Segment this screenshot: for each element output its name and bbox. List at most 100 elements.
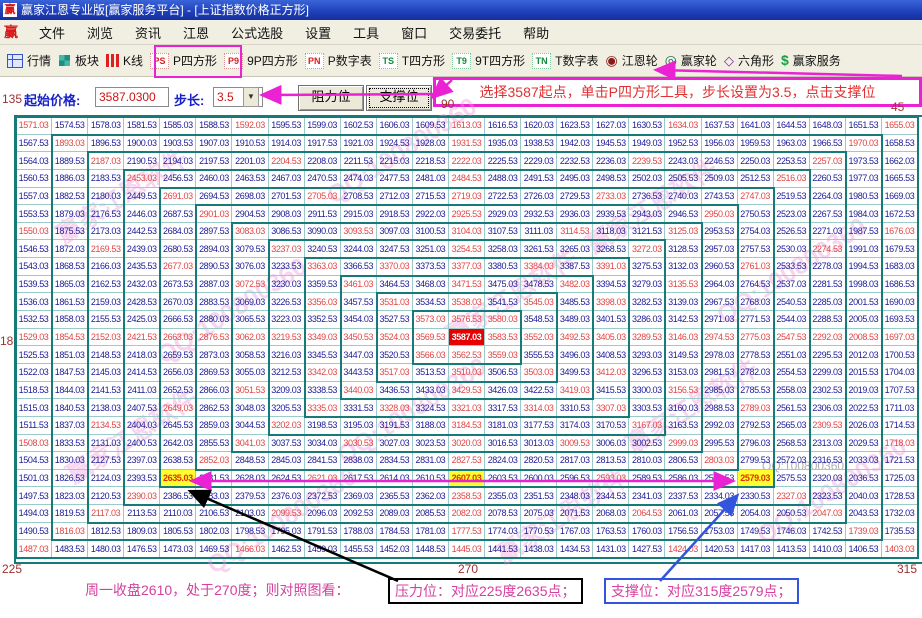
grid-cell[interactable]: 2306.03 [810,399,846,417]
grid-cell[interactable]: 2449.53 [124,188,160,206]
grid-cell[interactable]: 3002.53 [629,435,665,453]
grid-cell[interactable]: 2481.03 [413,170,449,188]
grid-cell[interactable]: 1875.53 [52,223,88,241]
grid-cell[interactable]: 1459.03 [305,540,341,558]
grid-cell[interactable]: 2677.03 [160,258,196,276]
grid-cell[interactable]: 3198.53 [305,417,341,435]
grid-cell[interactable]: 3489.03 [557,311,593,329]
grid-cell[interactable]: 1476.53 [124,540,160,558]
grid-cell[interactable]: 2726.03 [521,188,557,206]
grid-cell[interactable]: 3429.53 [449,382,485,400]
grid-cell[interactable]: 2894.03 [196,240,232,258]
grid-cell[interactable]: 1851.03 [52,346,88,364]
grid-cell[interactable]: 1508.03 [16,435,52,453]
grid-cell[interactable]: 1784.53 [377,523,413,541]
grid-cell[interactable]: 3160.03 [665,399,701,417]
grid-cell[interactable]: 1879.03 [52,205,88,223]
grid-cell[interactable]: 1819.53 [52,505,88,523]
grid-cell[interactable]: 1844.03 [52,382,88,400]
grid-cell[interactable]: 2971.03 [702,311,738,329]
grid-cell[interactable]: 3247.53 [377,240,413,258]
grid-cell[interactable]: 2400.53 [124,435,160,453]
grid-cell[interactable]: 1707.53 [882,382,918,400]
grid-cell[interactable]: 2992.03 [702,417,738,435]
grid-cell[interactable]: 1882.53 [52,188,88,206]
grid-cell[interactable]: 3107.53 [485,223,521,241]
grid-cell[interactable]: 3454.03 [341,311,377,329]
grid-cell[interactable]: 3352.53 [305,311,341,329]
menu-item-9[interactable]: 帮助 [512,23,560,42]
grid-cell[interactable]: 2792.53 [738,417,774,435]
grid-cell[interactable]: 3030.53 [341,435,377,453]
grid-cell[interactable]: 2670.03 [160,293,196,311]
grid-cell[interactable]: 3069.03 [232,293,268,311]
menu-item-5[interactable]: 设置 [294,23,342,42]
toolbar-item[interactable]: $赢家服务 [781,52,841,69]
grid-cell[interactable]: 3419.03 [557,382,593,400]
grid-cell[interactable]: 2155.53 [88,311,124,329]
grid-cell[interactable]: 1445.03 [449,540,485,558]
grid-cell[interactable]: 3485.53 [557,293,593,311]
grid-cell[interactable]: 1434.53 [557,540,593,558]
grid-cell[interactable]: 2145.03 [88,364,124,382]
grid-cell[interactable]: 2106.53 [196,505,232,523]
grid-cell[interactable]: 2607.03 [449,470,485,488]
grid-cell[interactable]: 1669.03 [882,188,918,206]
grid-cell[interactable]: 3006.03 [593,435,629,453]
grid-cell[interactable]: 3478.53 [521,276,557,294]
grid-cell[interactable]: 1984.03 [846,205,882,223]
grid-cell[interactable]: 2327.03 [774,487,810,505]
grid-cell[interactable]: 2229.03 [521,152,557,170]
grid-cell[interactable]: 1588.53 [196,117,232,135]
grid-cell[interactable]: 2267.53 [810,205,846,223]
grid-cell[interactable]: 2344.53 [593,487,629,505]
grid-cell[interactable]: 1525.53 [16,346,52,364]
grid-cell[interactable]: 2897.53 [196,223,232,241]
grid-cell[interactable]: 2141.53 [88,382,124,400]
grid-cell[interactable]: 1536.03 [16,293,52,311]
grid-cell[interactable]: 3009.53 [557,435,593,453]
grid-cell[interactable]: 3163.53 [665,417,701,435]
grid-cell[interactable]: 3139.03 [665,293,701,311]
grid-cell[interactable]: 2124.03 [88,470,124,488]
grid-cell[interactable]: 3541.53 [485,293,521,311]
grid-cell[interactable]: 3016.53 [485,435,521,453]
grid-cell[interactable]: 1637.53 [702,117,738,135]
grid-cell[interactable]: 1662.03 [882,152,918,170]
grid-cell[interactable]: 1672.53 [882,205,918,223]
grid-cell[interactable]: 1924.53 [377,135,413,153]
grid-cell[interactable]: 1889.53 [52,152,88,170]
grid-cell[interactable]: 3083.03 [232,223,268,241]
grid-cell[interactable]: 1865.03 [52,276,88,294]
resistance-button[interactable]: 阻力位 [298,85,364,111]
grid-cell[interactable]: 2820.53 [521,452,557,470]
grid-cell[interactable]: 2446.03 [124,205,160,223]
grid-cell[interactable]: 3079.53 [232,240,268,258]
grid-cell[interactable]: 1592.03 [232,117,268,135]
grid-cell[interactable]: 1581.53 [124,117,160,135]
grid-cell[interactable]: 3310.53 [557,399,593,417]
grid-cell[interactable]: 1557.03 [16,188,52,206]
grid-cell[interactable]: 2166.03 [88,258,124,276]
grid-cell[interactable]: 3156.53 [665,382,701,400]
grid-cell[interactable]: 1529.03 [16,329,52,347]
grid-cell[interactable]: 1711.03 [882,399,918,417]
grid-cell[interactable]: 3023.53 [413,435,449,453]
grid-cell[interactable]: 3251.03 [413,240,449,258]
grid-cell[interactable]: 2729.53 [557,188,593,206]
grid-cell[interactable]: 1788.03 [341,523,377,541]
grid-cell[interactable]: 1886.03 [52,170,88,188]
grid-cell[interactable]: 3387.53 [557,258,593,276]
grid-cell[interactable]: 2043.53 [846,505,882,523]
grid-cell[interactable]: 3149.53 [665,346,701,364]
grid-cell[interactable]: 1697.03 [882,329,918,347]
grid-cell[interactable]: 1578.03 [88,117,124,135]
grid-cell[interactable]: 2806.53 [665,452,701,470]
grid-cell[interactable]: 2873.03 [196,346,232,364]
grid-cell[interactable]: 1802.03 [196,523,232,541]
menu-item-3[interactable]: 江恩 [172,23,220,42]
grid-cell[interactable]: 1553.53 [16,205,52,223]
grid-cell[interactable]: 2040.03 [846,487,882,505]
grid-cell[interactable]: 1945.53 [593,135,629,153]
grid-cell[interactable]: 2313.03 [810,435,846,453]
